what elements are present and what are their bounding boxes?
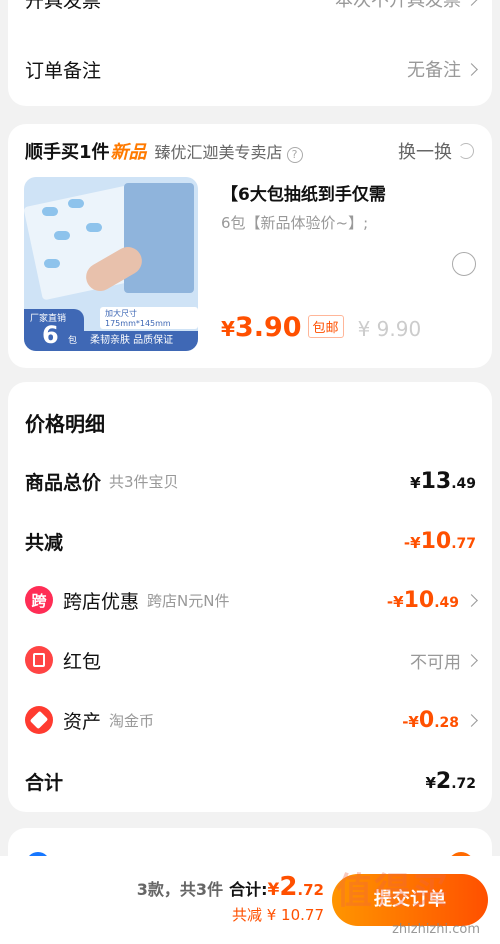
- cloud-pattern: [54, 231, 70, 240]
- grand-total-label: 合计: [25, 772, 64, 794]
- free-shipping-badge: 包邮: [307, 315, 344, 338]
- value-decimal: .49: [451, 476, 476, 492]
- select-product-radio[interactable]: [452, 252, 476, 276]
- product-subtitle: 6包【新品体验价~】;: [221, 214, 369, 232]
- checkout-summary: 3款，共3件 合计: ¥ 2 .72: [137, 872, 324, 902]
- size-tag: 加大尺寸175mm*145mm: [100, 307, 198, 329]
- total-decimal: .72: [297, 881, 324, 899]
- grand-total-value: ¥ 2 .72: [425, 769, 476, 794]
- cloud-pattern: [68, 199, 84, 208]
- red-packet-status: 不可用: [410, 648, 478, 673]
- total-discount-label: 共减: [25, 532, 64, 554]
- total-integer: 2: [279, 872, 298, 902]
- product-price: 3.90: [234, 312, 302, 343]
- value-integer: 13: [420, 469, 452, 494]
- goods-total-label: 商品总价: [25, 472, 102, 494]
- total-label: 合计:: [229, 880, 268, 899]
- price-details-title: 价格明细: [25, 412, 105, 436]
- product-price-row: ¥ 3.90 包邮 ¥ 9.90: [221, 312, 421, 343]
- chevron-right-icon: [465, 713, 478, 727]
- cross-store-value: -¥ 10 .49: [387, 588, 459, 613]
- promo-title: 顺手买1件: [25, 142, 110, 163]
- swap-button[interactable]: 换一换: [398, 138, 474, 164]
- product-title[interactable]: 【6大包抽纸到手仅需: [221, 180, 386, 205]
- value-integer: 2: [435, 769, 452, 794]
- goods-total-row: 商品总价 共3件宝贝 ¥ 13 .49: [25, 468, 476, 495]
- value-decimal: .28: [434, 714, 459, 731]
- currency-symbol: -¥: [403, 534, 421, 552]
- currency-symbol: ¥: [267, 880, 280, 900]
- goods-total-sub: 共3件宝贝: [109, 473, 179, 491]
- currency-symbol: ¥: [410, 474, 421, 492]
- remark-selector[interactable]: 无备注: [407, 56, 478, 82]
- new-tag: 新品: [110, 142, 147, 163]
- red-packet-row[interactable]: 红包 不可用: [25, 646, 478, 674]
- cross-store-row[interactable]: 跨 跨店优惠 跨店N元N件 -¥ 10 .49: [25, 586, 478, 614]
- badge-number: 6: [42, 321, 59, 349]
- chevron-right-icon: [465, 62, 478, 76]
- saved-amount: 共减 ¥ 10.77: [231, 906, 324, 924]
- badge-unit: 包: [68, 336, 78, 346]
- invoice-label: 开具发票: [25, 0, 102, 12]
- chevron-right-icon: [465, 0, 478, 6]
- currency-symbol: ¥: [425, 774, 436, 792]
- remark-value: 无备注: [407, 60, 461, 81]
- invoice-selector[interactable]: 本次不开具发票: [335, 0, 478, 12]
- cross-store-icon: 跨: [25, 586, 53, 614]
- value-integer: 10: [403, 587, 435, 613]
- price-details-card: 价格明细 商品总价 共3件宝贝 ¥ 13 .49 共减 -¥ 10 .77 跨 …: [8, 382, 492, 812]
- value-integer: 10: [420, 529, 452, 554]
- order-options-card: 开具发票 本次不开具发票 订单备注 无备注: [8, 0, 492, 106]
- promo-header: 顺手买1件 新品 臻优汇迦美专卖店 ?: [25, 138, 303, 164]
- value-decimal: .49: [434, 594, 459, 611]
- help-icon[interactable]: ?: [286, 147, 303, 163]
- invoice-value: 本次不开具发票: [335, 0, 461, 11]
- price-symbol: ¥: [221, 317, 235, 341]
- assets-sub: 淘金币: [109, 711, 155, 730]
- red-packet-icon: [25, 646, 53, 674]
- item-count: 3款，共3件: [136, 880, 224, 899]
- goods-total-value: ¥ 13 .49: [410, 469, 476, 494]
- original-price: ¥ 9.90: [357, 317, 422, 341]
- cloud-pattern: [86, 223, 102, 232]
- add-on-promo-card: 顺手买1件 新品 臻优汇迦美专卖店 ? 换一换 加大尺寸175mm*145mm …: [8, 124, 492, 368]
- value-integer: 0: [418, 707, 435, 733]
- grand-total-row: 合计 ¥ 2 .72: [25, 768, 476, 795]
- product-strip: 柔韧亲肤 品质保证: [84, 331, 198, 351]
- checkout-bar: 3款，共3件 合计: ¥ 2 .72 共减 ¥ 10.77 提交订单 值得买 z…: [0, 856, 500, 944]
- tissue-box-image: [124, 183, 194, 293]
- pack-badge: 厂家直销 6 包: [24, 309, 84, 351]
- value-decimal: .72: [451, 776, 476, 792]
- asset-tag-icon: [25, 706, 53, 734]
- red-packet-label: 红包: [63, 650, 102, 673]
- swap-label: 换一换: [398, 142, 452, 163]
- refresh-icon: [458, 143, 474, 159]
- chevron-right-icon: [465, 593, 478, 607]
- red-packet-value: 不可用: [410, 652, 461, 673]
- store-name[interactable]: 臻优汇迦美专卖店: [155, 139, 283, 163]
- watermark-url: zhizhizhi.com: [392, 922, 480, 937]
- product-thumbnail[interactable]: 加大尺寸175mm*145mm 柔韧亲肤 品质保证 厂家直销 6 包: [24, 177, 198, 351]
- submit-order-button[interactable]: 提交订单: [332, 874, 488, 926]
- total-discount-row: 共减 -¥ 10 .77: [25, 528, 476, 555]
- assets-label: 资产: [63, 710, 102, 733]
- value-decimal: .77: [451, 536, 476, 552]
- remark-label: 订单备注: [25, 60, 102, 82]
- cloud-pattern: [44, 259, 60, 268]
- currency-symbol: -¥: [386, 592, 404, 611]
- chevron-right-icon: [465, 653, 478, 667]
- cross-store-sub: 跨店N元N件: [147, 591, 230, 610]
- assets-value: -¥ 0 .28: [402, 708, 459, 733]
- currency-symbol: -¥: [402, 712, 419, 731]
- assets-row[interactable]: 资产 淘金币 -¥ 0 .28: [25, 706, 478, 734]
- cloud-pattern: [42, 207, 58, 216]
- cross-store-label: 跨店优惠: [63, 590, 140, 613]
- total-discount-value: -¥ 10 .77: [404, 529, 476, 554]
